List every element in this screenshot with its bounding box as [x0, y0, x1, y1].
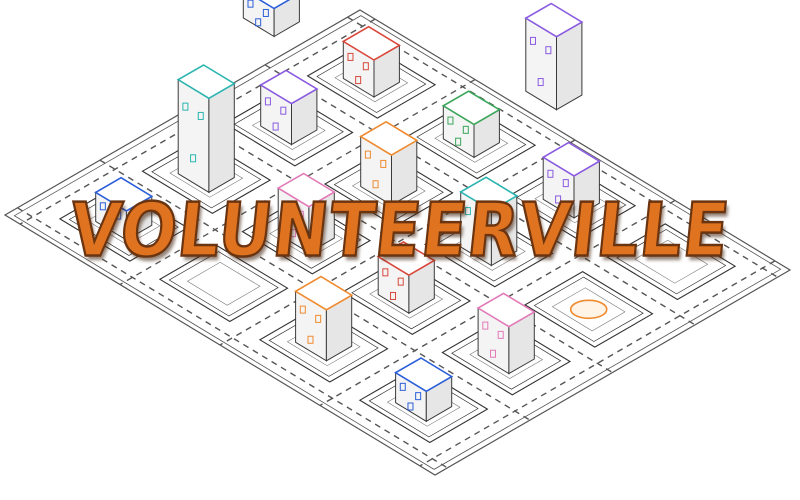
park-pond	[569, 299, 608, 320]
office-tower-building-left-wall	[177, 78, 210, 194]
city-map	[3, 0, 792, 476]
office-tower-building-right-wall	[208, 82, 235, 194]
office-tower-building	[176, 64, 236, 194]
clocktower-building	[524, 2, 584, 111]
stadium-building	[242, 0, 300, 38]
shop-building	[459, 176, 519, 267]
